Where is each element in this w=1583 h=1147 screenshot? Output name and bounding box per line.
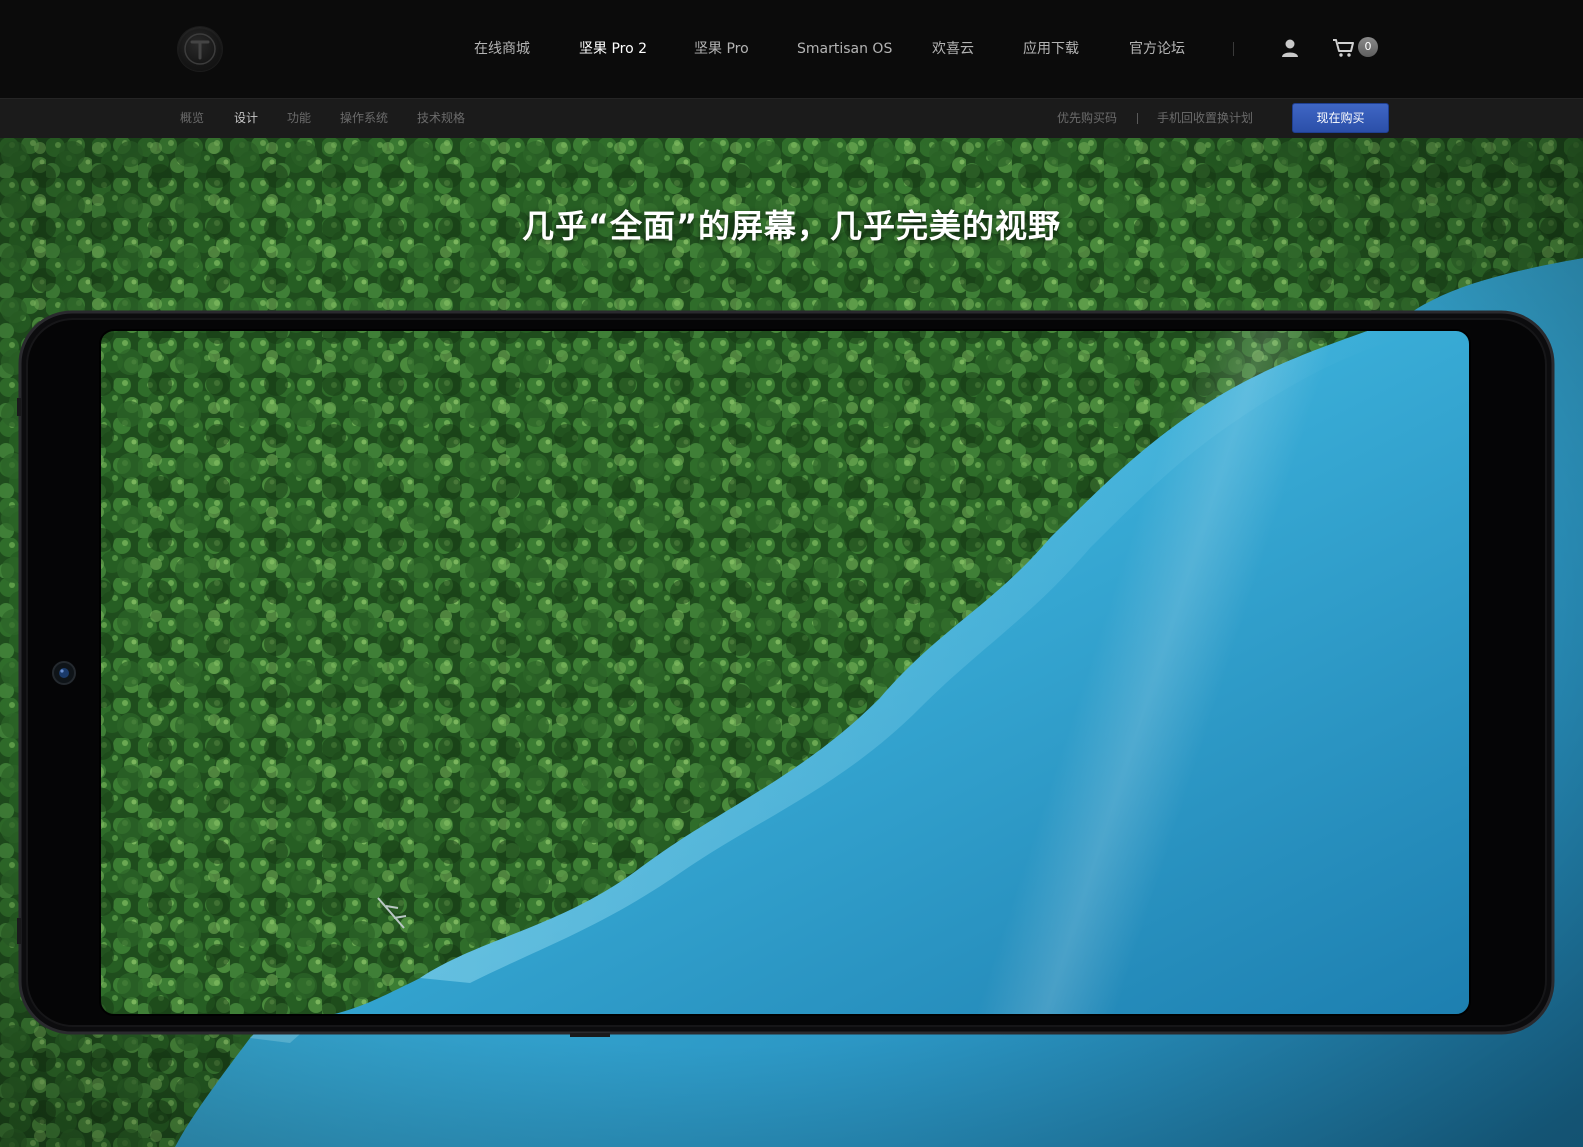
subnav-item-specs[interactable]: 技术规格 [417, 109, 465, 127]
buy-now-button[interactable]: 现在购买 [1292, 103, 1389, 133]
nav-item-pro2[interactable]: 坚果 Pro 2 [579, 38, 647, 60]
nav-item-apps[interactable]: 应用下载 [1023, 38, 1079, 60]
hero-section: 几乎“全面”的屏幕，几乎完美的视野 [0, 138, 1583, 1147]
cart-count-badge: 0 [1358, 37, 1378, 57]
hero-image [0, 138, 1583, 1147]
hero-title: 几乎“全面”的屏幕，几乎完美的视野 [521, 207, 1062, 245]
subnav-item-overview[interactable]: 概览 [180, 109, 204, 127]
subnav-item-os[interactable]: 操作系统 [340, 109, 388, 127]
cart-icon[interactable] [1332, 38, 1356, 58]
nav-item-forum[interactable]: 官方论坛 [1129, 38, 1185, 60]
subnav-item-design[interactable]: 设计 [234, 109, 258, 127]
nav-item-pro[interactable]: 坚果 Pro [694, 38, 749, 60]
trade-in-link[interactable]: 手机回收置换计划 [1157, 109, 1253, 127]
nav-item-store[interactable]: 在线商城 [474, 38, 530, 60]
top-navigation: 在线商城 坚果 Pro 2 坚果 Pro Smartisan OS 欢喜云 应用… [0, 0, 1583, 98]
nav-item-smartisan-os[interactable]: Smartisan OS [797, 38, 892, 60]
subnav-item-features[interactable]: 功能 [287, 109, 311, 127]
priority-code-link[interactable]: 优先购买码 [1057, 109, 1117, 127]
subnav-divider [1137, 113, 1138, 124]
product-subnav: 概览 设计 功能 操作系统 技术规格 优先购买码 手机回收置换计划 现在购买 [0, 98, 1583, 138]
nav-item-cloud[interactable]: 欢喜云 [932, 38, 974, 60]
nav-divider [1233, 42, 1234, 56]
user-icon[interactable] [1281, 38, 1299, 58]
